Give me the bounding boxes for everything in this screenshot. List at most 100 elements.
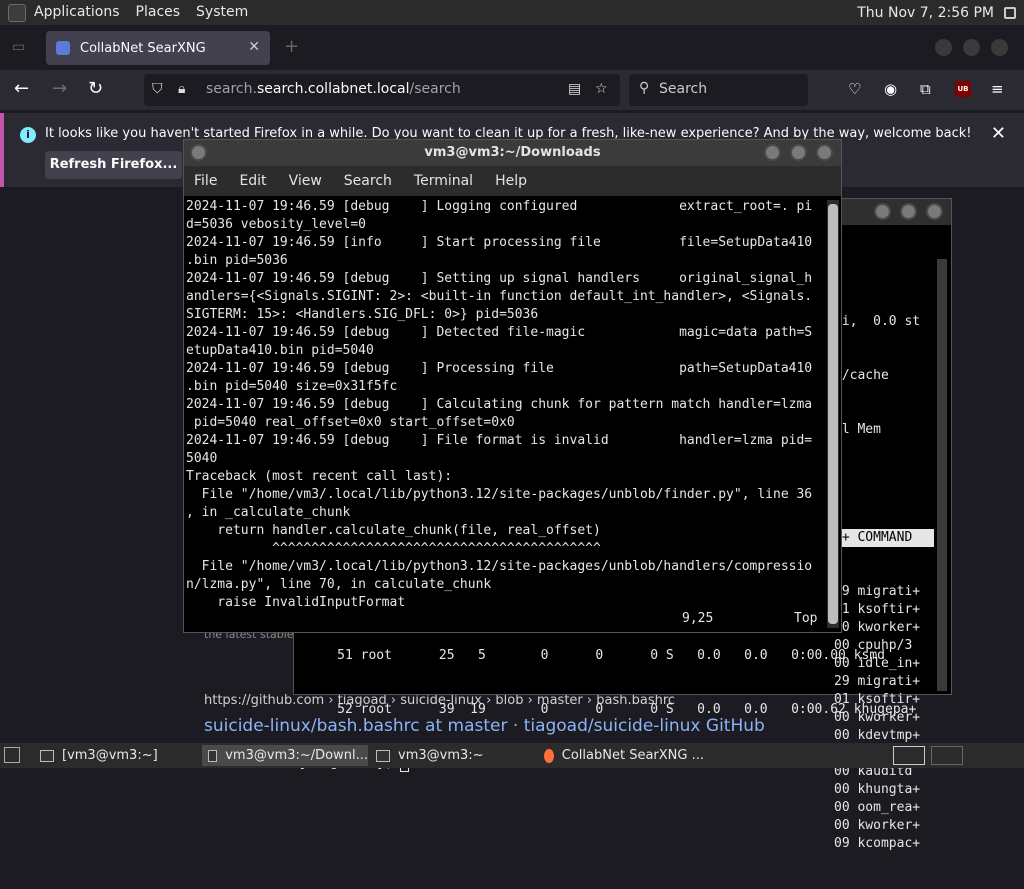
table-row: 00 kworker+	[834, 818, 921, 833]
task-label: CollabNet SearXNG ...	[561, 748, 704, 763]
url-text[interactable]: search.search.collabnet.local/search	[206, 81, 461, 97]
terminal-menubar: File Edit View Search Terminal Help	[184, 166, 841, 196]
terminal-icon	[208, 749, 218, 762]
top-panel: Applications Places System Thu Nov 7, 2:…	[0, 0, 1024, 25]
menu-file[interactable]: File	[194, 173, 217, 189]
new-tab-icon[interactable]: +	[284, 36, 299, 57]
terminal-line: Traceback (most recent call last):	[186, 469, 453, 484]
tab-close-icon[interactable]: ✕	[248, 39, 260, 55]
back-arrow-icon[interactable]: ←	[14, 79, 29, 99]
terminal-line: return handler.calculate_chunk(file, rea…	[186, 523, 601, 538]
close-icon[interactable]	[926, 203, 943, 220]
terminal-icon	[40, 749, 54, 762]
url-path: /search	[409, 81, 461, 97]
search-bar[interactable]: ⚲ Search	[629, 74, 808, 106]
maximize-icon[interactable]	[900, 203, 917, 220]
menu-view[interactable]: View	[289, 173, 322, 189]
firefox-icon	[544, 748, 554, 763]
task-terminal-home[interactable]: vm3@vm3:~	[370, 745, 536, 766]
show-desktop-icon[interactable]	[4, 747, 20, 763]
task-label: vm3@vm3:~/Downl...	[225, 748, 368, 763]
terminal-line: 2024-11-07 19:46.59 [debug ] Logging con…	[186, 199, 813, 214]
task-terminal-downloads[interactable]: vm3@vm3:~/Downl...	[202, 745, 368, 766]
terminal-line: SIGTERM: 15>: <Handlers.SIG_DFL: 0>} pid…	[186, 307, 539, 322]
terminal-scrollbar[interactable]	[827, 200, 839, 628]
workspace-2-button[interactable]	[931, 746, 963, 765]
reader-view-icon[interactable]: ▤	[568, 81, 581, 97]
maximize-icon[interactable]	[963, 39, 980, 56]
tab-collabnet-searxng[interactable]: CollabNet SearXNG ✕	[46, 31, 270, 65]
scroll-position: Top	[794, 611, 818, 626]
terminal-icon	[376, 749, 390, 762]
tab-title: CollabNet SearXNG	[80, 40, 206, 56]
top-column-header: E+ COMMAND	[834, 529, 934, 547]
menu-search[interactable]: Search	[344, 173, 392, 189]
refresh-firefox-button[interactable]: Refresh Firefox...	[45, 151, 182, 179]
terminal-line: etupData410.bin pid=5040	[186, 343, 374, 358]
task-label: vm3@vm3:~	[398, 748, 484, 763]
terminal-line: 2024-11-07 19:46.59 [info ] Start proces…	[186, 235, 813, 250]
menu-system[interactable]: System	[188, 0, 256, 25]
terminal-line: 2024-11-07 19:46.59 [debug ] Calculating…	[186, 397, 813, 412]
terminal-line: ^^^^^^^^^^^^^^^^^^^^^^^^^^^^^^^^^^^^^^^^…	[186, 541, 601, 556]
terminal-line: n/lzma.py", line 70, in calculate_chunk	[186, 577, 492, 592]
firefox-tab-bar: ▭ CollabNet SearXNG ✕ +	[0, 25, 1024, 70]
menu-terminal[interactable]: Terminal	[414, 173, 473, 189]
ublock-icon[interactable]: UB	[955, 81, 971, 97]
menu-places[interactable]: Places	[128, 0, 189, 25]
task-terminal-1[interactable]: [vm3@vm3:~]	[34, 745, 198, 766]
info-icon: i	[20, 127, 36, 143]
table-row: 09 kcompac+	[834, 836, 921, 851]
close-icon[interactable]	[816, 144, 833, 161]
terminal-line: , in _calculate_chunk	[186, 505, 351, 520]
terminal-line: 2024-11-07 19:46.59 [debug ] File format…	[186, 433, 813, 448]
app-menu-icon[interactable]: ≡	[991, 80, 1004, 98]
sidebar-toggle-icon[interactable]: ▭	[12, 39, 25, 55]
searxng-favicon-icon	[56, 41, 70, 55]
notification-area-icon[interactable]	[1004, 6, 1016, 19]
top-summary-line: f/cache	[834, 368, 889, 383]
terminal-line: File "/home/vm3/.local/lib/python3.12/si…	[186, 559, 813, 574]
table-row: 52 root 39 19 0 0 0 S 0.0 0.0 0:00.62 kh…	[298, 702, 917, 717]
menu-applications[interactable]: Applications	[26, 0, 128, 25]
terminal-top-scrollbar[interactable]	[937, 259, 947, 691]
terminal-line: 2024-11-07 19:46.59 [debug ] Detected fi…	[186, 325, 813, 340]
menu-help[interactable]: Help	[495, 173, 527, 189]
window-menu-icon[interactable]	[190, 144, 207, 161]
url-host: search.collabnet.local	[256, 81, 410, 97]
terminal-output[interactable]: 2024-11-07 19:46.59 [debug ] Logging con…	[186, 198, 826, 612]
terminal-line: .bin pid=5040 size=0x31f5fc	[186, 379, 398, 394]
url-bar[interactable]: ⛉ 🔒︎ search.search.collabnet.local/searc…	[144, 74, 620, 106]
site-lock-icon[interactable]: 🔒︎	[178, 81, 185, 97]
notification-close-icon[interactable]: ✕	[991, 123, 1006, 144]
terminal-front-titlebar[interactable]: vm3@vm3:~/Downloads	[184, 140, 841, 166]
search-placeholder: Search	[659, 81, 708, 97]
task-firefox[interactable]: CollabNet SearXNG ...	[538, 745, 704, 766]
minimize-icon[interactable]	[874, 203, 891, 220]
task-label: [vm3@vm3:~]	[62, 748, 158, 763]
search-icon: ⚲	[639, 80, 650, 96]
minimize-icon[interactable]	[764, 144, 781, 161]
bookmark-star-icon[interactable]: ☆	[595, 81, 608, 97]
tracking-shield-icon[interactable]: ⛉	[152, 81, 163, 97]
top-summary-line: si, 0.0 st	[834, 314, 921, 329]
workspace-1-button[interactable]	[893, 746, 925, 765]
applications-icon[interactable]	[8, 3, 26, 22]
account-icon[interactable]: ◉	[884, 80, 897, 98]
maximize-icon[interactable]	[790, 144, 807, 161]
pocket-icon[interactable]: ♡	[848, 80, 861, 98]
table-row: 51 root 25 5 0 0 0 S 0.0 0.0 0:00.00 ksm…	[298, 648, 885, 663]
extensions-icon[interactable]: ⧉	[920, 80, 931, 98]
terminal-line: raise InvalidInputFormat	[186, 595, 406, 610]
minimize-icon[interactable]	[935, 39, 952, 56]
scrollbar-thumb[interactable]	[828, 204, 838, 624]
window-close-icon[interactable]	[991, 39, 1008, 56]
forward-arrow-icon[interactable]: →	[52, 79, 67, 99]
terminal-line: 2024-11-07 19:46.59 [debug ] Setting up …	[186, 271, 813, 286]
reload-icon[interactable]: ↻	[88, 79, 103, 99]
menu-edit[interactable]: Edit	[239, 173, 266, 189]
panel-clock[interactable]: Thu Nov 7, 2:56 PM	[851, 5, 1000, 21]
bottom-taskbar: [vm3@vm3:~] vm3@vm3:~/Downl... vm3@vm3:~…	[0, 743, 1024, 768]
cursor-position: 9,25	[682, 611, 714, 626]
terminal-window-downloads[interactable]: vm3@vm3:~/Downloads File Edit View Searc…	[183, 139, 842, 633]
